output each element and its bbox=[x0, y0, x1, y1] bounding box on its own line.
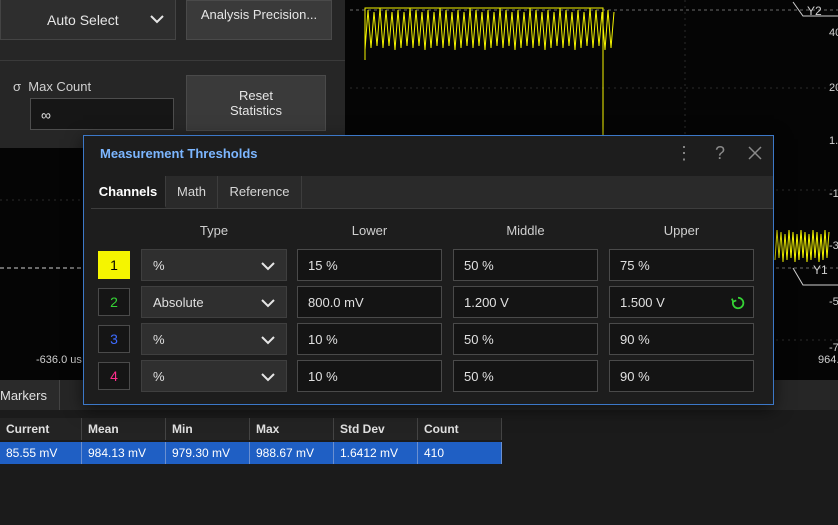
channel-3-lower-field[interactable]: 10 % bbox=[297, 323, 442, 355]
analysis-precision-label: Analysis Precision... bbox=[200, 7, 318, 22]
dialog-title: Measurement Thresholds bbox=[100, 146, 258, 161]
header-upper: Upper bbox=[663, 223, 700, 238]
y-tick: -5 bbox=[829, 296, 838, 308]
tab-reference[interactable]: Reference bbox=[218, 176, 302, 208]
cell-max[interactable]: 988.67 mV bbox=[250, 442, 334, 464]
type-value: % bbox=[153, 369, 165, 384]
channel-2-lower-field[interactable]: 800.0 mV bbox=[297, 286, 442, 318]
cell-count[interactable]: 410 bbox=[418, 442, 502, 464]
reset-value-icon[interactable] bbox=[731, 296, 745, 310]
y-tick: 20 bbox=[829, 82, 838, 94]
middle-value: 1.200 V bbox=[464, 295, 509, 310]
reset-label-line2: Statistics bbox=[229, 103, 282, 118]
chevron-down-icon bbox=[261, 262, 275, 271]
tab-channels[interactable]: Channels bbox=[91, 176, 166, 208]
col-min[interactable]: Min bbox=[166, 418, 250, 440]
col-count[interactable]: Count bbox=[418, 418, 502, 440]
col-std-dev[interactable]: Std Dev bbox=[334, 418, 418, 440]
channel-4-lower-field[interactable]: 10 % bbox=[297, 360, 442, 392]
auto-select-value: Auto Select bbox=[47, 12, 119, 28]
header-lower: Lower bbox=[351, 223, 388, 238]
max-count-text: Max Count bbox=[28, 79, 92, 94]
lower-value: 10 % bbox=[308, 369, 338, 384]
y1-marker-label: Y1 bbox=[813, 263, 828, 277]
time-right-label: 964.0 bbox=[818, 354, 838, 366]
close-icon[interactable] bbox=[747, 145, 763, 161]
channel-2-type-dropdown[interactable]: Absolute bbox=[141, 286, 287, 318]
channel-1-lower-field[interactable]: 15 % bbox=[297, 249, 442, 281]
upper-value: 90 % bbox=[620, 332, 650, 347]
cell-std-dev[interactable]: 1.6412 mV bbox=[334, 442, 418, 464]
channel-1-middle-field[interactable]: 50 % bbox=[453, 249, 598, 281]
lower-value: 10 % bbox=[308, 332, 338, 347]
max-count-label: σ Max Count bbox=[13, 79, 91, 94]
y-tick: 40 bbox=[829, 27, 838, 39]
channel-2-upper-field[interactable]: 1.500 V bbox=[609, 286, 754, 318]
channel-3-upper-field[interactable]: 90 % bbox=[609, 323, 754, 355]
middle-value: 50 % bbox=[464, 258, 494, 273]
measurement-thresholds-dialog: Measurement Thresholds ⋮ ? Channels Math… bbox=[83, 135, 774, 405]
middle-value: 50 % bbox=[464, 369, 494, 384]
upper-value: 75 % bbox=[620, 258, 650, 273]
cell-current[interactable]: 85.55 mV bbox=[0, 442, 82, 464]
divider bbox=[0, 60, 345, 61]
upper-value: 1.500 V bbox=[620, 295, 665, 310]
channel-2-badge: 2 bbox=[98, 288, 130, 316]
type-value: % bbox=[153, 332, 165, 347]
channel-1-badge: 1 bbox=[98, 251, 130, 279]
channel-3-type-dropdown[interactable]: % bbox=[141, 323, 287, 355]
channel-2-middle-field[interactable]: 1.200 V bbox=[453, 286, 598, 318]
cell-min[interactable]: 979.30 mV bbox=[166, 442, 250, 464]
channel-4-badge: 4 bbox=[98, 362, 130, 390]
type-value: % bbox=[153, 258, 165, 273]
max-count-input[interactable]: ∞ bbox=[30, 98, 174, 130]
middle-value: 50 % bbox=[464, 332, 494, 347]
dialog-title-icons: ⋮ ? bbox=[675, 140, 763, 166]
type-value: Absolute bbox=[153, 295, 204, 310]
reset-statistics-button[interactable]: Reset Statistics bbox=[186, 75, 326, 131]
time-left-label: -636.0 us bbox=[36, 354, 82, 366]
y-tick: -7 bbox=[829, 342, 838, 354]
channel-4-middle-field[interactable]: 50 % bbox=[453, 360, 598, 392]
chevron-down-icon bbox=[261, 373, 275, 382]
channel-4-upper-field[interactable]: 90 % bbox=[609, 360, 754, 392]
dialog-tabs: Channels Math Reference bbox=[91, 176, 773, 209]
chevron-down-icon bbox=[261, 299, 275, 308]
header-type: Type bbox=[199, 223, 229, 238]
y-tick: -3 bbox=[829, 240, 838, 252]
tab-markers-label: Markers bbox=[0, 388, 47, 403]
more-options-icon[interactable]: ⋮ bbox=[675, 143, 693, 164]
channel-1-type-dropdown[interactable]: % bbox=[141, 249, 287, 281]
cell-mean[interactable]: 984.13 mV bbox=[82, 442, 166, 464]
col-mean[interactable]: Mean bbox=[82, 418, 166, 440]
channel-1-upper-field[interactable]: 75 % bbox=[609, 249, 754, 281]
channel-3-badge: 3 bbox=[98, 325, 130, 353]
lower-value: 800.0 mV bbox=[308, 295, 364, 310]
help-icon[interactable]: ? bbox=[715, 143, 725, 164]
auto-select-dropdown[interactable]: Auto Select bbox=[0, 0, 176, 40]
col-current[interactable]: Current bbox=[0, 418, 82, 440]
analysis-precision-button[interactable]: Analysis Precision... bbox=[186, 0, 332, 40]
channel-4-type-dropdown[interactable]: % bbox=[141, 360, 287, 392]
chevron-down-icon bbox=[150, 15, 164, 24]
header-middle: Middle bbox=[506, 223, 545, 238]
reset-label-line1: Reset bbox=[239, 88, 273, 103]
upper-value: 90 % bbox=[620, 369, 650, 384]
measurement-controls: Auto Select Analysis Precision... σ Max … bbox=[0, 0, 345, 148]
tab-math[interactable]: Math bbox=[166, 176, 218, 208]
lower-value: 15 % bbox=[308, 258, 338, 273]
sigma-symbol: σ bbox=[13, 79, 22, 94]
y2-marker-label: Y2 bbox=[807, 4, 822, 18]
chevron-down-icon bbox=[261, 336, 275, 345]
y-tick: 1. bbox=[829, 135, 838, 147]
y-tick: -1 bbox=[829, 188, 838, 200]
col-max[interactable]: Max bbox=[250, 418, 334, 440]
tab-markers[interactable]: Markers bbox=[0, 380, 60, 410]
channel-3-middle-field[interactable]: 50 % bbox=[453, 323, 598, 355]
